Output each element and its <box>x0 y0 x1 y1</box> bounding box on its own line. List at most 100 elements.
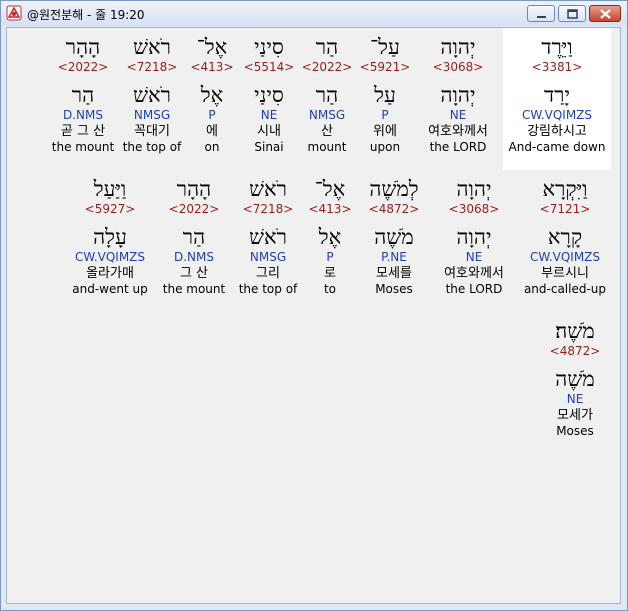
english-gloss: the top of <box>122 140 182 154</box>
maximize-button[interactable] <box>558 5 586 22</box>
strong-number: <3068> <box>448 202 500 216</box>
word-block[interactable]: וַיֵּרֶד <3381> יָרַד CW.VQIMZS 강림하시고 An… <box>503 28 611 170</box>
word-block[interactable]: רֹאשׁ <7218> רֹאשׁ NMSG 그리 the top of <box>237 170 299 297</box>
app-window: @원전분해 - 줄 19:20 וַיֵּרֶד <3381> יָרַד CW… <box>0 0 628 611</box>
morphology-code: NE <box>449 108 467 122</box>
minimize-button[interactable] <box>527 5 555 22</box>
morphology-code: CW.VQIMZS <box>521 108 593 122</box>
english-gloss: and-went up <box>72 282 148 296</box>
word-block[interactable]: יְהוָה <3068> יְהוָה NE 여호와께서 the LORD <box>417 28 499 155</box>
morphology-code: NMSG <box>249 250 287 264</box>
hebrew-root: מֹשֶׁה <box>555 367 595 391</box>
korean-gloss: 그 산 <box>179 266 209 281</box>
word-block[interactable]: רֹאשׁ <7218> רֹאשׁ NMSG 꼭대기 the top of <box>121 28 183 155</box>
strong-number: <3381> <box>531 60 583 74</box>
korean-gloss: 강림하시고 <box>527 124 587 139</box>
word-block[interactable]: הָהָר <2022> הַר D.NMS 그 산 the mount <box>159 170 229 297</box>
word-block[interactable]: אֶל־ <413> אֶל P 에 on <box>187 28 237 155</box>
korean-gloss: 시내 <box>257 124 281 139</box>
hebrew-word: הָהָר <box>176 177 212 201</box>
hebrew-root: אֶל <box>200 83 224 107</box>
word-block[interactable]: סִינַי <5514> סִינַי NE 시내 Sinai <box>241 28 297 155</box>
english-gloss: to <box>323 282 337 296</box>
strong-number: <5921> <box>359 60 411 74</box>
hebrew-root: יָרַד <box>544 83 570 107</box>
korean-gloss: 에 <box>206 124 218 139</box>
app-icon <box>6 5 22 21</box>
morphology-code: P <box>381 108 389 122</box>
word-block[interactable]: יְהוָה <3068> יְהוָה NE 여호와께서 the LORD <box>433 170 515 297</box>
hebrew-root: עַל <box>374 83 396 107</box>
hebrew-root: עָלָה <box>93 225 127 249</box>
english-gloss: Moses <box>375 282 413 296</box>
hebrew-root: אֶל <box>318 225 342 249</box>
strong-number: <4872> <box>549 344 601 358</box>
english-gloss: and-called-up <box>523 282 607 296</box>
strong-number: <413> <box>308 202 352 216</box>
hebrew-word: סִינַי <box>254 35 284 59</box>
morphology-code: NE <box>566 392 584 406</box>
english-gloss: the mount <box>51 140 115 154</box>
english-gloss: Moses <box>556 424 594 438</box>
hebrew-root: סִינַי <box>254 83 284 107</box>
window-title: @원전분해 - 줄 19:20 <box>27 8 145 22</box>
english-gloss: the LORD <box>429 140 487 154</box>
word-block[interactable]: וַיַּעַל <5927> עָלָה CW.VQIMZS 올라가매 and… <box>63 170 157 297</box>
strong-number: <413> <box>190 60 234 74</box>
word-block[interactable]: וַיִּקְרָא <7121> קָרָא CW.VQIMZS 부르시니 a… <box>521 170 609 297</box>
title-bar[interactable]: @원전분해 - 줄 19:20 <box>1 1 627 26</box>
korean-gloss: 그리 <box>256 266 280 281</box>
hebrew-root: יְהוָה <box>456 225 492 249</box>
strong-number: <3068> <box>432 60 484 74</box>
word-block[interactable]: אֶל־ <413> אֶל P 로 to <box>305 170 355 297</box>
korean-gloss: 산 <box>321 124 333 139</box>
english-gloss: mount <box>307 140 347 154</box>
hebrew-root: רֹאשׁ <box>133 83 171 107</box>
hebrew-word: יְהוָה <box>440 35 476 59</box>
minimize-icon <box>537 16 546 18</box>
hebrew-word: עַל־ <box>370 35 400 59</box>
strong-number: <4872> <box>368 202 420 216</box>
strong-number: <5514> <box>243 60 295 74</box>
morphology-code: D.NMS <box>62 108 103 122</box>
morphology-code: P <box>208 108 216 122</box>
close-icon <box>600 9 611 19</box>
strong-number: <7121> <box>539 202 591 216</box>
morphology-code: P.NE <box>381 250 407 264</box>
korean-gloss: 부르시니 <box>541 266 589 281</box>
close-button[interactable] <box>589 5 621 22</box>
hebrew-word: יְהוָה <box>456 177 492 201</box>
hebrew-word: וַיִּקְרָא <box>542 177 588 201</box>
strong-number: <7218> <box>126 60 178 74</box>
english-gloss: the top of <box>238 282 298 296</box>
morphology-code: CW.VQIMZS <box>74 250 146 264</box>
english-gloss: upon <box>369 140 401 154</box>
morphology-code: NE <box>260 108 278 122</box>
hebrew-word: רֹאשׁ <box>133 35 171 59</box>
morphology-code: NE <box>465 250 483 264</box>
word-block[interactable]: מֹשֶׁה׃ <4872> מֹשֶׁה NE 모세가 Moses <box>539 312 611 439</box>
hebrew-root: יְהוָה <box>440 83 476 107</box>
word-block[interactable]: הַר <2022> הַר NMSG 산 mount <box>299 28 355 155</box>
english-gloss: the LORD <box>445 282 503 296</box>
strong-number: <5927> <box>84 202 136 216</box>
hebrew-word: מֹשֶׁה׃ <box>555 319 595 343</box>
hebrew-word: אֶל־ <box>196 35 228 59</box>
morphology-code: D.NMS <box>173 250 214 264</box>
word-block[interactable]: עַל־ <5921> עַל P 위에 upon <box>357 28 413 155</box>
hebrew-root: הַר <box>315 83 339 107</box>
hebrew-root: הַר <box>182 225 206 249</box>
word-block[interactable]: הָהָר <2022> הַר D.NMS 곧 그 산 the mount <box>49 28 117 155</box>
hebrew-root: קָרָא <box>547 225 583 249</box>
korean-gloss: 로 <box>324 266 336 281</box>
korean-gloss: 모세가 <box>557 408 593 423</box>
interlinear-panel[interactable]: וַיֵּרֶד <3381> יָרַד CW.VQIMZS 강림하시고 An… <box>6 27 621 604</box>
korean-gloss: 여호와께서 <box>444 266 504 281</box>
hebrew-word: וַיֵּרֶד <box>541 35 573 59</box>
korean-gloss: 모세를 <box>376 266 412 281</box>
maximize-icon <box>567 9 578 19</box>
korean-gloss: 여호와께서 <box>428 124 488 139</box>
strong-number: <2022> <box>168 202 220 216</box>
hebrew-word: הַר <box>315 35 339 59</box>
word-block[interactable]: לְמֹשֶׁה <4872> מֹשֶׁה P.NE 모세를 Moses <box>361 170 427 297</box>
